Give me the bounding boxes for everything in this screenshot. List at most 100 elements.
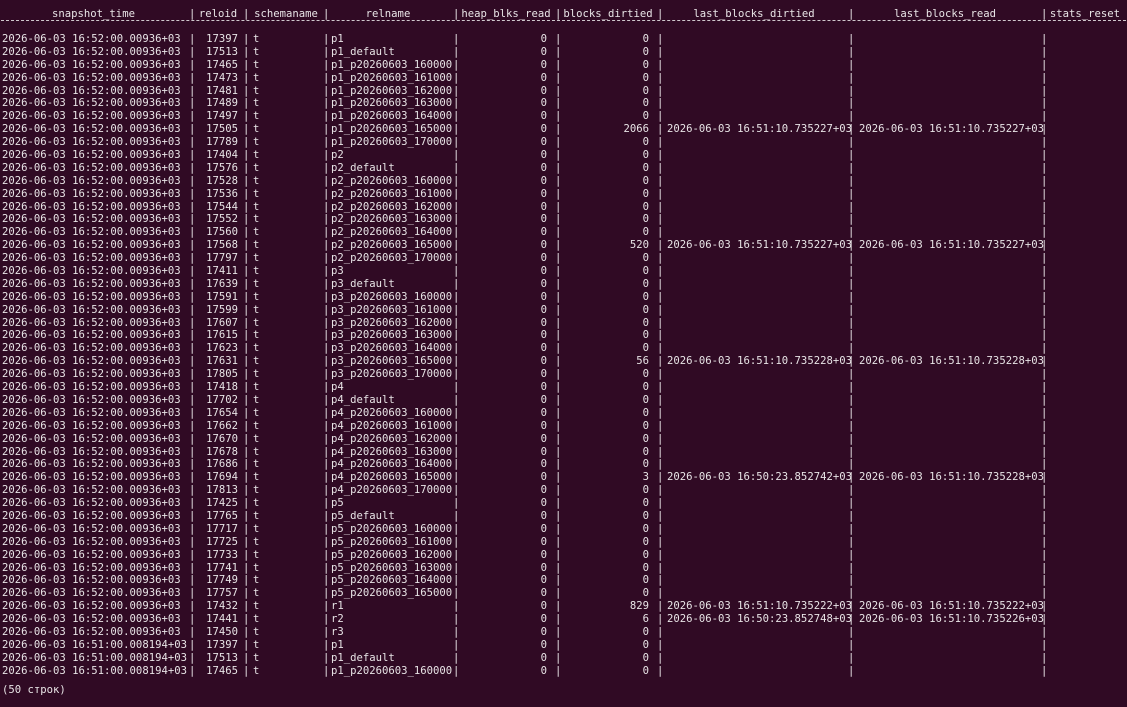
table-row: 2026-06-03 16:52:00.00936+03 17749 t p5_p20… — [0, 574, 1127, 587]
column-separator: | — [189, 239, 196, 252]
column-separator: | — [1041, 432, 1048, 445]
column-separator: | — [555, 303, 562, 316]
cell-snapshot-time: 2026-06-03 16:52:00.00936+03 — [2, 600, 181, 613]
column-separator: | — [453, 484, 460, 497]
column-separator: | — [323, 355, 330, 368]
cell-relname: p4 — [331, 381, 344, 394]
cell-reloid: 17749 — [206, 574, 238, 587]
column-separator: | — [657, 638, 664, 651]
column-separator: | — [189, 406, 196, 419]
column-separator: | — [189, 355, 196, 368]
cell-snapshot-time: 2026-06-03 16:52:00.00936+03 — [2, 625, 181, 638]
column-separator: | — [189, 561, 196, 574]
cell-reloid: 17686 — [206, 458, 238, 471]
cell-schemaname: t — [253, 265, 260, 278]
column-separator: | — [189, 522, 196, 535]
column-separator: | — [243, 200, 250, 213]
cell-relname: p5_default — [331, 509, 395, 522]
column-separator: | — [323, 458, 330, 471]
cell-heap-blks-read: 0 — [540, 71, 547, 84]
cell-heap-blks-read: 0 — [540, 58, 547, 71]
cell-schemaname: t — [253, 355, 260, 368]
column-separator: | — [1041, 33, 1048, 45]
column-separator: | — [243, 368, 250, 381]
column-separator: | — [323, 381, 330, 394]
cell-snapshot-time: 2026-06-03 16:52:00.00936+03 — [2, 200, 181, 213]
column-separator: | — [555, 432, 562, 445]
terminal-window[interactable]: snapshot_time | reloid | schemaname | re… — [0, 0, 1127, 707]
column-separator: | — [657, 471, 664, 484]
column-separator: | — [243, 303, 250, 316]
column-separator: | — [323, 213, 330, 226]
column-separator: | — [243, 651, 250, 664]
cell-relname: p4_p20260603_160000 — [331, 406, 453, 419]
cell-reloid: 17397 — [206, 638, 238, 651]
cell-reloid: 17623 — [206, 342, 238, 355]
column-separator: | — [323, 97, 330, 110]
cell-reloid: 17411 — [206, 265, 238, 278]
column-separator: | — [848, 497, 855, 510]
cell-last-blocks-read: 2026-06-03 16:51:10.735228+03 — [859, 471, 1044, 484]
column-separator: | — [453, 213, 460, 226]
column-separator: | — [323, 613, 330, 626]
column-separator: | — [323, 509, 330, 522]
cell-schemaname: t — [253, 303, 260, 316]
cell-reloid: 17678 — [206, 445, 238, 458]
column-separator: | — [189, 213, 196, 226]
column-separator: | — [189, 277, 196, 290]
cell-schemaname: t — [253, 252, 260, 265]
cell-blocks-dirtied: 0 — [642, 71, 649, 84]
column-separator: | — [848, 200, 855, 213]
column-separator: | — [657, 381, 664, 394]
column-separator: | — [848, 613, 855, 626]
cell-heap-blks-read: 0 — [540, 303, 547, 316]
cell-reloid: 17560 — [206, 226, 238, 239]
cell-schemaname: t — [253, 587, 260, 600]
table-row: 2026-06-03 16:52:00.00936+03 17733 t p5_p20… — [0, 549, 1127, 562]
column-separator: | — [453, 187, 460, 200]
cell-blocks-dirtied: 0 — [642, 381, 649, 394]
column-separator: | — [555, 535, 562, 548]
column-separator: | — [189, 600, 196, 613]
column-separator: | — [453, 522, 460, 535]
column-separator: | — [848, 174, 855, 187]
column-separator: | — [848, 574, 855, 587]
column-separator: | — [555, 161, 562, 174]
column-separator: | — [657, 368, 664, 381]
cell-blocks-dirtied: 6 — [642, 613, 649, 626]
column-separator: | — [657, 522, 664, 535]
cell-blocks-dirtied: 0 — [642, 419, 649, 432]
cell-snapshot-time: 2026-06-03 16:52:00.00936+03 — [2, 587, 181, 600]
column-separator: | — [555, 252, 562, 265]
column-separator: | — [323, 58, 330, 71]
cell-blocks-dirtied: 0 — [642, 651, 649, 664]
cell-relname: r3 — [331, 625, 344, 638]
cell-reloid: 17733 — [206, 548, 238, 561]
column-separator: | — [453, 123, 460, 136]
column-separator: | — [189, 548, 196, 561]
table-row: 2026-06-03 16:52:00.00936+03 17797 t p2_p20… — [0, 252, 1127, 265]
cell-schemaname: t — [253, 497, 260, 510]
cell-relname: p1_p20260603_162000 — [331, 84, 453, 97]
column-separator: | — [453, 136, 460, 149]
table-row: 2026-06-03 16:52:00.00936+03 17418 t p4 0 0 | |… — [0, 381, 1127, 394]
cell-reloid: 17481 — [206, 84, 238, 97]
cell-snapshot-time: 2026-06-03 16:52:00.00936+03 — [2, 445, 181, 458]
cell-relname: p1_default — [331, 651, 395, 664]
cell-relname: p1 — [331, 638, 344, 651]
cell-relname: p3_p20260603_164000 — [331, 342, 453, 355]
column-separator: | — [1041, 522, 1048, 535]
column-separator: | — [657, 174, 664, 187]
cell-snapshot-time: 2026-06-03 16:52:00.00936+03 — [2, 174, 181, 187]
column-separator: | — [323, 664, 330, 677]
column-separator: | — [657, 226, 664, 239]
column-separator: | — [555, 419, 562, 432]
column-separator: | — [189, 149, 196, 162]
table-row: 2026-06-03 16:52:00.00936+03 17765 t p5_def… — [0, 510, 1127, 523]
cell-schemaname: t — [253, 535, 260, 548]
column-separator: | — [848, 664, 855, 677]
column-separator: | — [189, 303, 196, 316]
table-row: 2026-06-03 16:52:00.00936+03 17544 t p2_p20… — [0, 201, 1127, 214]
column-separator: | — [555, 355, 562, 368]
column-separator: | — [323, 174, 330, 187]
